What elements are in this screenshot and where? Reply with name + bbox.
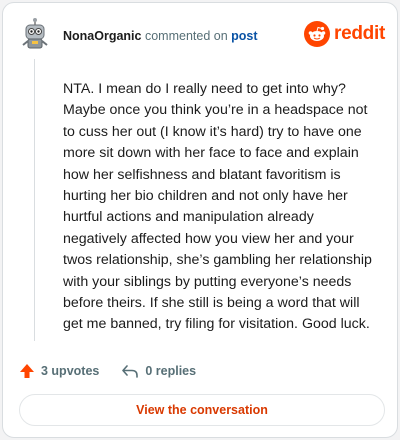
user-avatar[interactable]: [19, 17, 51, 51]
action-text: commented on: [144, 29, 228, 43]
thread-line: [34, 59, 35, 341]
view-conversation-button[interactable]: View the conversation: [19, 394, 385, 426]
upvote-count: 3 upvotes: [41, 364, 100, 378]
reply-count: 0 replies: [145, 364, 197, 378]
brand-wordmark: reddit: [334, 23, 385, 44]
reply-button[interactable]: 0 replies: [121, 363, 196, 379]
upvote-button[interactable]: 3 upvotes: [19, 363, 99, 379]
upvote-arrow-icon: [20, 364, 34, 378]
reddit-logo[interactable]: reddit: [304, 21, 385, 47]
post-link[interactable]: post: [231, 29, 257, 43]
username[interactable]: NonaOrganic: [63, 29, 142, 43]
robot-avatar-icon: [19, 17, 51, 51]
comment-meta: NonaOrganic commented on post: [63, 28, 258, 44]
comment-actions: 3 upvotes 0 replies: [19, 361, 218, 381]
comment-header: NonaOrganic commented on post reddit: [19, 17, 385, 55]
comment-card: NonaOrganic commented on post reddit NTA…: [2, 2, 398, 438]
reddit-snoo-icon: [304, 21, 331, 47]
comment-body: NTA. I mean do I really need to get into…: [63, 81, 372, 333]
reply-arrow-icon: [122, 365, 139, 378]
